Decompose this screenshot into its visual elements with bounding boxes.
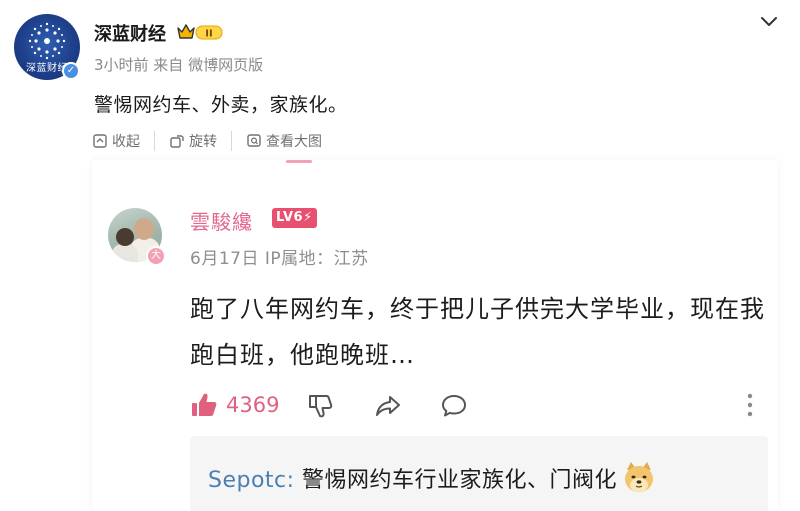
commenter-name[interactable]: 雲駿纔 xyxy=(190,206,253,235)
member-crown-badge-icon[interactable]: II xyxy=(176,22,224,42)
comment-meta: 6月17日 IP属地：江苏 xyxy=(190,249,369,269)
comment-text: 跑了八年网约车，终于把儿子供完大学毕业，现在我跑白班，他跑晚班… xyxy=(190,295,765,369)
collapse-label: 收起 xyxy=(112,134,140,150)
doge-emoji-icon xyxy=(625,462,654,492)
commenter-avatar-badge: 大 xyxy=(146,246,166,266)
collapse-button[interactable]: 收起 xyxy=(92,131,154,151)
reply-username[interactable]: Sepotc: xyxy=(208,468,295,493)
reply-text: 警惕网约车行业家族化、门阀化 xyxy=(294,468,618,493)
verified-badge-icon: ✓ xyxy=(62,62,80,80)
view-large-button[interactable]: 查看大图 xyxy=(231,131,336,151)
reply-line: Sepotc: 警惕网约车行业家族化、门阀化 xyxy=(208,462,657,496)
post-author-name[interactable]: 深蓝财经 xyxy=(94,20,166,46)
post-text: 警惕网约车、外卖，家族化。 xyxy=(94,94,348,116)
member-level-text: II xyxy=(205,29,212,40)
tab-indicator xyxy=(286,160,312,163)
comment-icon[interactable] xyxy=(440,392,468,420)
like-count: 4369 xyxy=(226,393,280,417)
comment-actions: 4369 xyxy=(190,388,762,422)
thumbs-down-icon[interactable] xyxy=(306,392,334,420)
post-image[interactable]: 大 雲駿纔 LV6⚡ 6月17日 IP属地：江苏 跑了八年网约车，终于把儿子供完… xyxy=(92,160,778,511)
reply-preview[interactable]: Sepotc: 警惕网约车行业家族化、门阀化 xyxy=(190,436,768,511)
chevron-down-icon[interactable] xyxy=(758,12,780,30)
rotate-button[interactable]: 旋转 xyxy=(154,131,231,151)
more-icon[interactable] xyxy=(746,392,754,418)
rotate-icon xyxy=(170,135,184,148)
collapse-icon xyxy=(93,134,107,148)
image-toolbar: 收起 旋转 查看大图 xyxy=(92,130,336,152)
rotate-label: 旋转 xyxy=(189,134,217,150)
view-large-label: 查看大图 xyxy=(266,134,322,150)
level-badge: LV6⚡ xyxy=(272,208,317,228)
zoom-icon xyxy=(247,134,261,147)
thumbs-up-icon[interactable] xyxy=(190,391,218,419)
post-meta: 3小时前 来自 微博网页版 xyxy=(94,56,264,74)
share-icon[interactable] xyxy=(374,392,402,420)
